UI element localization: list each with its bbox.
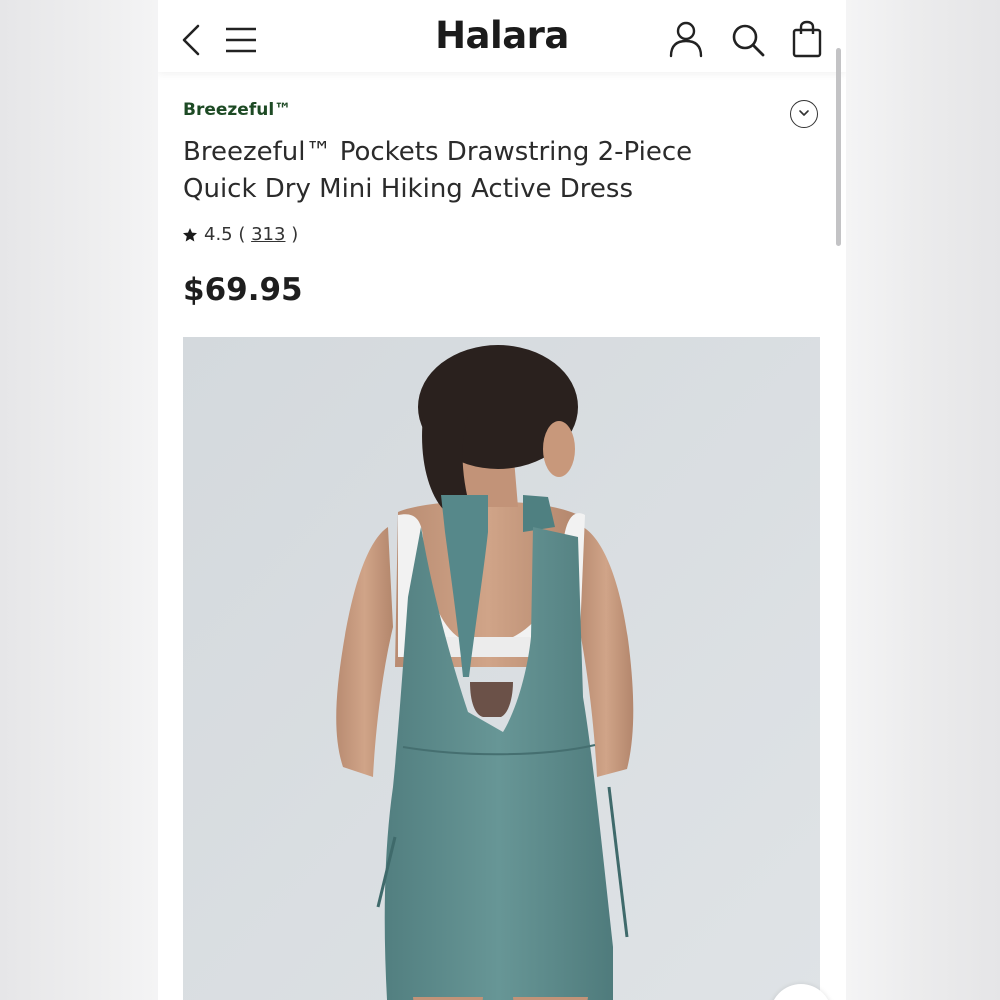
review-count-link[interactable]: 313 xyxy=(251,224,285,245)
rating-open-paren: ( xyxy=(232,224,252,245)
left-backdrop xyxy=(0,0,158,1000)
product-image[interactable] xyxy=(183,337,820,1000)
product-title: Breezeful™ Pockets Drawstring 2-Piece Qu… xyxy=(183,137,693,204)
product-photo xyxy=(183,337,820,1000)
brand-name[interactable]: Breezeful™ xyxy=(183,100,291,120)
product-price: $69.95 xyxy=(183,272,303,308)
search-icon[interactable] xyxy=(730,22,766,58)
right-backdrop xyxy=(846,0,1000,1000)
bag-icon[interactable] xyxy=(790,20,824,58)
account-icon[interactable] xyxy=(668,20,704,58)
star-icon xyxy=(183,227,197,242)
phone-screen: Halara Breezeful™ Breezeful™ Pockets Dra… xyxy=(158,0,846,1000)
chevron-down-icon xyxy=(799,110,809,116)
rating-value: 4.5 xyxy=(204,224,233,245)
top-nav-bar: Halara xyxy=(158,0,846,72)
rating-row: 4.5 ( 313 ) xyxy=(182,224,298,245)
back-icon[interactable] xyxy=(178,22,204,58)
halara-logo[interactable]: Halara xyxy=(402,14,602,57)
rating-close-paren: ) xyxy=(285,224,299,245)
menu-icon[interactable] xyxy=(224,24,258,56)
scrollbar[interactable] xyxy=(836,48,841,246)
expand-details-button[interactable] xyxy=(790,100,818,128)
